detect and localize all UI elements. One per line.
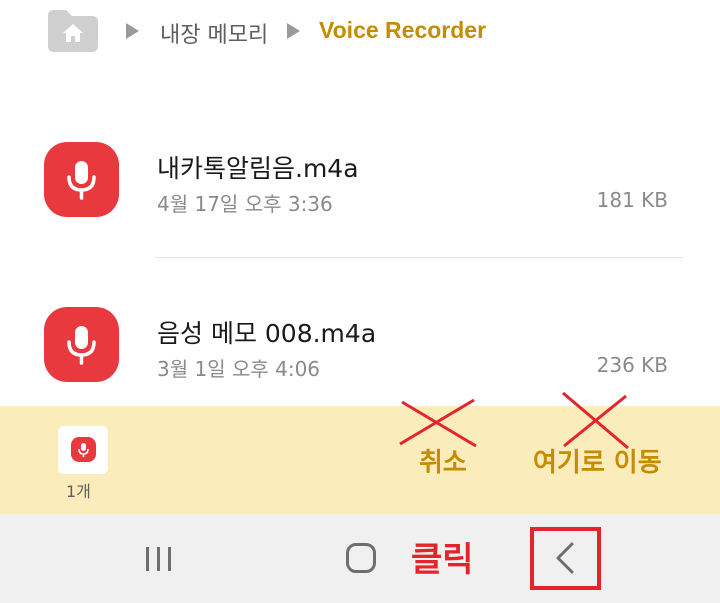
back-icon[interactable]: [550, 538, 580, 578]
breadcrumb-arrow-icon: [287, 23, 300, 39]
breadcrumb-internal-storage[interactable]: 내장 메모리: [160, 17, 268, 49]
recent-apps-icon[interactable]: [142, 543, 176, 575]
file-name: 음성 메모 008.m4a: [157, 319, 377, 348]
cross-out-mark-icon: [562, 391, 629, 450]
selected-item-thumbnail: [58, 426, 108, 474]
file-date: 3월 1일 오후 4:06: [157, 357, 321, 381]
home-icon[interactable]: [346, 543, 376, 573]
breadcrumb-current-folder: Voice Recorder: [319, 17, 487, 43]
breadcrumb: 내장 메모리 Voice Recorder: [0, 0, 720, 70]
file-list-item[interactable]: 내카톡알림음.m4a 4월 17일 오후 3:36 181 KB: [0, 135, 720, 245]
click-annotation: 클릭: [411, 540, 474, 580]
breadcrumb-arrow-icon: [126, 23, 139, 39]
home-folder-icon[interactable]: [48, 10, 98, 52]
file-name: 내카톡알림음.m4a: [157, 154, 359, 183]
file-date: 4월 17일 오후 3:36: [157, 192, 333, 216]
file-size: 236 KB: [596, 353, 668, 377]
navigation-bar: 클릭: [0, 514, 720, 603]
selected-count: 1개: [66, 482, 91, 501]
mic-icon: [44, 307, 119, 382]
cross-out-mark-icon: [399, 398, 477, 448]
move-action-bar: 1개 취소 여기로 이동: [0, 391, 720, 514]
file-size: 181 KB: [596, 188, 668, 212]
mic-icon: [71, 437, 96, 462]
divider: [155, 257, 683, 258]
mic-icon: [44, 142, 119, 217]
